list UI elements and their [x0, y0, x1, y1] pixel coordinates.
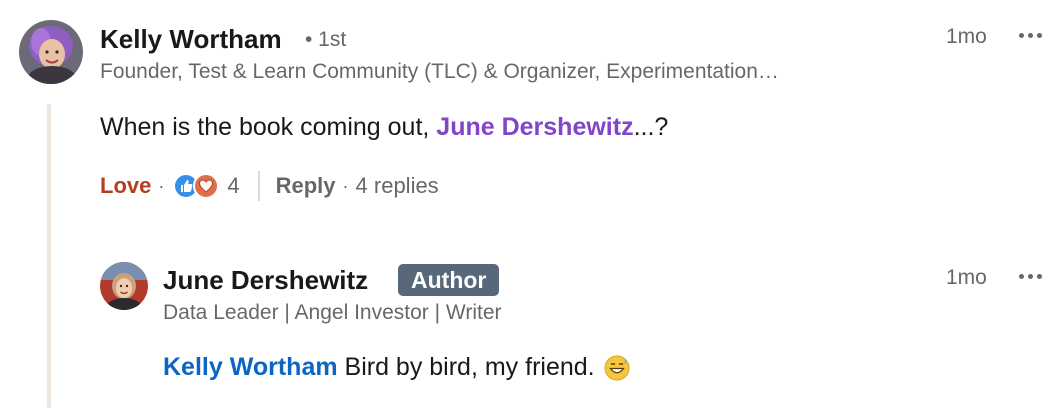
author-badge: Author [398, 264, 500, 296]
reply-author-name[interactable]: June Dershewitz [163, 265, 368, 296]
comment-text: When is the book coming out, June Dershe… [100, 113, 668, 142]
reply-more-button[interactable] [1019, 274, 1042, 279]
reply-text-after: Bird by bird, my friend. [337, 353, 602, 381]
ellipsis-dot [1037, 33, 1042, 38]
comment-timestamp: 1mo [946, 25, 987, 48]
comment-more-button[interactable] [1019, 33, 1042, 38]
mention-june-dershewitz[interactable]: June Dershewitz [436, 113, 633, 141]
reaction-count: 4 [227, 173, 240, 198]
comment-text-before: When is the book coming out, [100, 113, 437, 141]
grinning-sweat-emoji-icon [604, 355, 630, 381]
connection-degree: • 1st [305, 28, 347, 51]
ellipsis-icon [1019, 274, 1024, 279]
comment-text-after: ...? [633, 113, 669, 141]
reply-button[interactable]: Reply [276, 173, 336, 199]
action-divider [257, 171, 260, 201]
reply-author-headline: Data Leader | Angel Investor | Writer [163, 301, 502, 324]
reply-text: Kelly Wortham Bird by bird, my friend. [163, 353, 630, 382]
comment-actions: Love · 4 Reply · 4 replies [100, 170, 439, 202]
ellipsis-dot [1028, 33, 1033, 38]
reactions-summary[interactable]: 4 [173, 173, 240, 199]
love-reaction-button[interactable]: Love [100, 173, 151, 199]
profile-photo-icon [19, 20, 83, 84]
ellipsis-dot [1028, 274, 1033, 279]
ellipsis-dot [1037, 274, 1042, 279]
replies-count-link[interactable]: 4 replies [356, 173, 439, 199]
comment-author-headline: Founder, Test & Learn Community (TLC) & … [100, 60, 779, 83]
thread-line [47, 104, 51, 408]
june-avatar[interactable] [100, 262, 148, 310]
separator-dot: · [158, 175, 165, 196]
comment-author-name[interactable]: Kelly Wortham [100, 24, 282, 55]
ellipsis-icon [1019, 33, 1024, 38]
love-reaction-icon [193, 173, 220, 199]
reply-timestamp: 1mo [946, 266, 987, 289]
kelly-avatar[interactable] [19, 20, 83, 84]
separator-dot: · [342, 175, 349, 196]
profile-photo-icon [100, 262, 148, 310]
mention-kelly-wortham[interactable]: Kelly Wortham [163, 353, 338, 382]
